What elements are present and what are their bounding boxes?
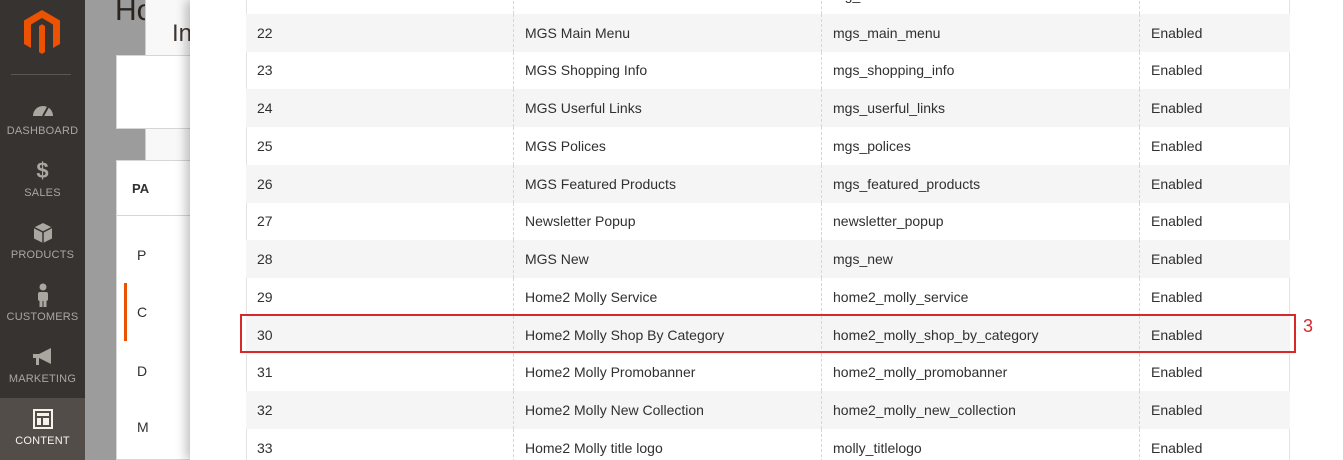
table-row[interactable]: 25 MGS Polices mgs_polices Enabled — [246, 127, 1290, 165]
cell-id: 32 — [257, 402, 273, 419]
cell-id: 27 — [257, 213, 273, 230]
sidebar-divider — [11, 74, 71, 75]
cell-title: MGS Shopping Info — [513, 51, 821, 90]
cell-status: Enabled — [1139, 353, 1290, 392]
cell-status: Enabled — [1139, 202, 1290, 241]
cell-id: 23 — [257, 62, 273, 79]
panel-item[interactable]: M — [137, 419, 149, 435]
nav-marketing[interactable]: MARKETING — [0, 336, 85, 398]
cell-title — [513, 0, 821, 14]
table-row[interactable]: 27 Newsletter Popup newsletter_popup Enable… — [246, 202, 1290, 241]
cell-status: Enabled — [1139, 391, 1290, 429]
cell-status: Enabled — [1139, 240, 1290, 278]
table-row[interactable]: 33 Home2 Molly title logo molly_titlelogo E… — [246, 429, 1290, 460]
cell-identifier: molly_titlelogo — [821, 429, 1139, 460]
magento-logo[interactable] — [22, 8, 62, 56]
cell-status: Enabled — [1139, 13, 1290, 52]
cell-status: Enabled — [1139, 429, 1290, 460]
dollar-icon: $ — [36, 158, 49, 183]
nav-sales-label: SALES — [24, 187, 61, 199]
cell-title: Home2 Molly New Collection — [513, 391, 821, 429]
cell-title: MGS New — [513, 240, 821, 278]
cell-id: 21 — [246, 0, 513, 14]
layout-icon — [0, 408, 85, 430]
cell-identifier: mgs_main_menu — [821, 13, 1139, 52]
cell-id: 22 — [257, 24, 273, 41]
cell-id: 31 — [257, 364, 273, 381]
annotation-number: 3 — [1303, 316, 1314, 336]
cell-status: Enabled — [1139, 278, 1290, 316]
highlight-box — [240, 314, 1296, 353]
cell-identifier: mgs_shopping_info — [821, 51, 1139, 90]
nav-dashboard[interactable]: DASHBOARD — [0, 88, 85, 150]
box-icon — [0, 222, 85, 244]
nav-products-label: PRODUCTS — [10, 249, 75, 261]
table-row[interactable]: 32 Home2 Molly New Collection home2_molly_… — [246, 391, 1290, 429]
cell-id: 33 — [257, 439, 273, 456]
panel-item[interactable]: C — [137, 304, 147, 320]
cell-identifier: mg_... — [821, 0, 1139, 14]
panel-item[interactable]: D — [137, 363, 147, 379]
table-row[interactable]: 24 MGS Userful Links mgs_userful_links Enab… — [246, 89, 1290, 127]
megaphone-icon — [0, 346, 85, 368]
cell-title: Home2 Molly Promobanner — [513, 353, 821, 392]
blocks-grid: 21mg_...22MGS Main Menumgs_main_menuEnab… — [246, 0, 1290, 460]
nav-dashboard-label: DASHBOARD — [6, 125, 79, 137]
cell-status: Enabled — [1139, 89, 1290, 127]
cell-identifier: mgs_new — [821, 240, 1139, 278]
cell-status — [1139, 0, 1290, 14]
cell-identifier: home2_molly_promobanner — [821, 353, 1139, 392]
nav-sales[interactable]: $ SALES — [0, 150, 85, 212]
cell-identifier: newsletter_popup — [821, 202, 1139, 241]
table-row[interactable]: 31 Home2 Molly Promobanner home2_molly_pro… — [246, 353, 1290, 392]
cell-title: MGS Polices — [513, 127, 821, 165]
panel-active-marker — [124, 283, 127, 341]
cell-id: 29 — [257, 288, 273, 305]
cell-status: Enabled — [1139, 51, 1290, 90]
cell-identifier: home2_molly_service — [821, 278, 1139, 316]
cell-identifier: mgs_featured_products — [821, 164, 1139, 203]
table-row[interactable]: 26 MGS Featured Products mgs_featured_prod… — [246, 164, 1290, 203]
cell-status: Enabled — [1139, 127, 1290, 165]
table-row[interactable]: 22 MGS Main Menu mgs_main_menu Enabled — [246, 13, 1290, 52]
person-icon — [0, 283, 85, 307]
cell-title: MGS Featured Products — [513, 164, 821, 203]
nav-customers[interactable]: CUSTOMERS — [0, 274, 85, 336]
nav-content[interactable]: CONTENT — [0, 398, 85, 460]
cell-title: MGS Userful Links — [513, 89, 821, 127]
cell-title: Home2 Molly Service — [513, 278, 821, 316]
cell-identifier: home2_molly_new_collection — [821, 391, 1139, 429]
panel-title: In — [172, 20, 193, 47]
table-row[interactable]: 21 mg_... — [246, 0, 1290, 14]
cell-identifier: mgs_userful_links — [821, 89, 1139, 127]
cell-id: 25 — [257, 137, 273, 154]
table-row[interactable]: 23 MGS Shopping Info mgs_shopping_info Enab… — [246, 51, 1290, 90]
cell-id: 28 — [257, 251, 273, 268]
nav-products[interactable]: PRODUCTS — [0, 212, 85, 274]
panel-item[interactable]: P — [137, 247, 146, 263]
cell-identifier: mgs_polices — [821, 127, 1139, 165]
panel-nav-header: PA — [132, 181, 150, 196]
admin-sidebar: DASHBOARD $ SALES PRODUCTS CUSTOMERS MAR… — [0, 0, 85, 460]
table-row[interactable]: 28 MGS New mgs_new Enabled — [246, 240, 1290, 278]
nav-content-label: CONTENT — [15, 435, 70, 447]
table-row[interactable]: 29 Home2 Molly Service home2_molly_service… — [246, 278, 1290, 316]
cell-title: Newsletter Popup — [513, 202, 821, 241]
cell-title: Home2 Molly title logo — [513, 429, 821, 460]
nav-customers-label: CUSTOMERS — [6, 311, 79, 323]
cell-id: 26 — [257, 175, 273, 192]
nav-marketing-label: MARKETING — [8, 373, 77, 385]
cell-status: Enabled — [1139, 164, 1290, 203]
dashboard-icon — [0, 98, 85, 120]
cell-id: 24 — [257, 100, 273, 117]
cell-title: MGS Main Menu — [513, 13, 821, 52]
